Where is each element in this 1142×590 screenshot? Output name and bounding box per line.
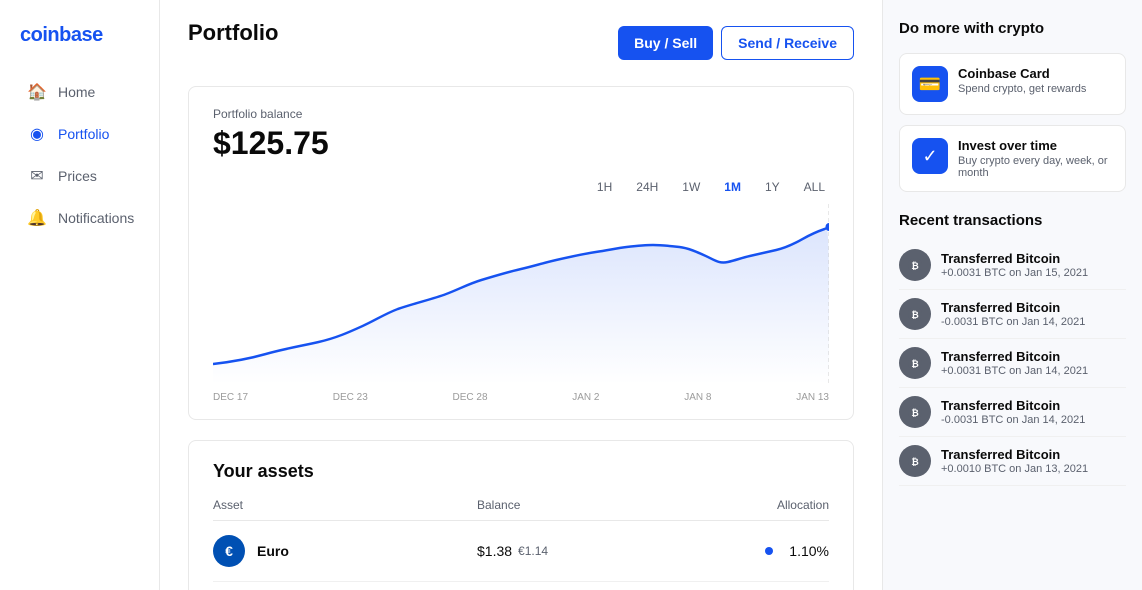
tx-icon: ₿ [899, 249, 931, 281]
do-more-title: Do more with crypto [899, 20, 1126, 37]
asset-name: Euro [257, 543, 289, 559]
tx-detail: -0.0031 BTC on Jan 14, 2021 [941, 316, 1085, 328]
tx-item-3[interactable]: ₿ Transferred Bitcoin -0.0031 BTC on Jan… [899, 388, 1126, 437]
balance-label: Portfolio balance [213, 107, 829, 121]
chart-x-label: JAN 8 [684, 392, 711, 403]
tx-item-2[interactable]: ₿ Transferred Bitcoin +0.0031 BTC on Jan… [899, 339, 1126, 388]
logo: coinbase [0, 16, 159, 71]
tx-detail: +0.0010 BTC on Jan 13, 2021 [941, 463, 1088, 475]
tx-detail: +0.0031 BTC on Jan 14, 2021 [941, 365, 1088, 377]
asset-row-euro[interactable]: € Euro $1.38 €1.14 1.10% [213, 521, 829, 582]
allocation-value: 1.10% [781, 543, 829, 559]
asset-balance-col: $1.38 €1.14 [477, 543, 653, 559]
timeframe-1y[interactable]: 1Y [761, 178, 784, 196]
sidebar-label-notifications: Notifications [58, 210, 134, 226]
sidebar-item-notifications[interactable]: 🔔 Notifications [8, 199, 151, 237]
portfolio-chart [213, 204, 829, 384]
promo-icon: 💳 [912, 66, 948, 102]
assets-list: € Euro $1.38 €1.14 1.10% $ USD Coin $0.0… [213, 521, 829, 590]
chart-x-label: JAN 13 [796, 392, 829, 403]
svg-text:₿: ₿ [911, 359, 918, 369]
col-header-asset: Asset [213, 498, 477, 512]
sidebar-item-prices[interactable]: ✉ Prices [8, 157, 151, 195]
svg-text:₿: ₿ [911, 408, 918, 418]
recent-tx-title: Recent transactions [899, 212, 1126, 229]
home-icon: 🏠 [28, 83, 46, 101]
tx-title: Transferred Bitcoin [941, 349, 1088, 364]
tx-item-1[interactable]: ₿ Transferred Bitcoin -0.0031 BTC on Jan… [899, 290, 1126, 339]
right-panel: Do more with crypto 💳 Coinbase Card Spen… [882, 0, 1142, 590]
send-receive-button[interactable]: Send / Receive [721, 26, 854, 60]
promo-card-desc: Buy crypto every day, week, or month [958, 155, 1113, 179]
balance-value: $125.75 [213, 125, 829, 162]
sidebar: coinbase 🏠 Home ◉ Portfolio ✉ Prices 🔔 N… [0, 0, 160, 590]
tx-icon: ₿ [899, 396, 931, 428]
tx-title: Transferred Bitcoin [941, 447, 1088, 462]
sidebar-label-portfolio: Portfolio [58, 126, 109, 142]
tx-detail: -0.0031 BTC on Jan 14, 2021 [941, 414, 1085, 426]
sidebar-label-home: Home [58, 84, 95, 100]
chart-x-labels: DEC 17 DEC 23 DEC 28 JAN 2 JAN 8 JAN 13 [213, 392, 829, 403]
tx-item-0[interactable]: ₿ Transferred Bitcoin +0.0031 BTC on Jan… [899, 241, 1126, 290]
asset-name-col: € Euro [213, 535, 477, 567]
promo-card-invest-over-time[interactable]: ✓ Invest over time Buy crypto every day,… [899, 125, 1126, 192]
page-title: Portfolio [188, 20, 278, 46]
notifications-icon: 🔔 [28, 209, 46, 227]
sidebar-label-prices: Prices [58, 168, 97, 184]
tx-icon: ₿ [899, 445, 931, 477]
timeframe-1m[interactable]: 1M [720, 178, 745, 196]
balance-primary: $1.38 [477, 543, 512, 559]
timeframe-selector: 1H 24H 1W 1M 1Y ALL [213, 178, 829, 196]
assets-table-header: Asset Balance Allocation [213, 498, 829, 521]
timeframe-1w[interactable]: 1W [678, 178, 704, 196]
action-buttons: Buy / Sell Send / Receive [618, 26, 854, 60]
chart-x-label: JAN 2 [572, 392, 599, 403]
allocation-col: 1.10% [653, 543, 829, 559]
timeframe-1h[interactable]: 1H [593, 178, 616, 196]
col-header-balance: Balance [477, 498, 653, 512]
chart-x-label: DEC 28 [453, 392, 488, 403]
top-row: Portfolio Buy / Sell Send / Receive [188, 20, 854, 66]
sidebar-item-portfolio[interactable]: ◉ Portfolio [8, 115, 151, 153]
asset-row-usd-coin[interactable]: $ USD Coin $0.00 0 USDC 0% [213, 582, 829, 590]
promo-card-title: Invest over time [958, 138, 1113, 153]
tx-detail: +0.0031 BTC on Jan 15, 2021 [941, 267, 1088, 279]
sidebar-item-home[interactable]: 🏠 Home [8, 73, 151, 111]
timeframe-all[interactable]: ALL [800, 178, 829, 196]
tx-title: Transferred Bitcoin [941, 300, 1085, 315]
balance-secondary: €1.14 [518, 544, 548, 558]
allocation-dot [765, 547, 773, 555]
chart-x-label: DEC 17 [213, 392, 248, 403]
buy-sell-button[interactable]: Buy / Sell [618, 26, 713, 60]
chart-x-label: DEC 23 [333, 392, 368, 403]
portfolio-icon: ◉ [28, 125, 46, 143]
promo-card-title: Coinbase Card [958, 66, 1086, 81]
asset-icon: € [213, 535, 245, 567]
svg-text:₿: ₿ [911, 261, 918, 271]
promo-card-desc: Spend crypto, get rewards [958, 83, 1086, 95]
portfolio-chart-section: Portfolio balance $125.75 1H 24H 1W 1M 1Y ALL [188, 86, 854, 420]
assets-section: Your assets Asset Balance Allocation € E… [188, 440, 854, 590]
tx-title: Transferred Bitcoin [941, 398, 1085, 413]
col-header-allocation: Allocation [653, 498, 829, 512]
assets-title: Your assets [213, 461, 829, 482]
tx-icon: ₿ [899, 347, 931, 379]
promo-card-coinbase-card[interactable]: 💳 Coinbase Card Spend crypto, get reward… [899, 53, 1126, 115]
transaction-list: ₿ Transferred Bitcoin +0.0031 BTC on Jan… [899, 241, 1126, 486]
tx-title: Transferred Bitcoin [941, 251, 1088, 266]
main-content: Portfolio Buy / Sell Send / Receive Port… [160, 0, 882, 590]
timeframe-24h[interactable]: 24H [632, 178, 662, 196]
svg-text:₿: ₿ [911, 457, 918, 467]
tx-icon: ₿ [899, 298, 931, 330]
promo-icon: ✓ [912, 138, 948, 174]
prices-icon: ✉ [28, 167, 46, 185]
promo-cards: 💳 Coinbase Card Spend crypto, get reward… [899, 53, 1126, 192]
tx-item-4[interactable]: ₿ Transferred Bitcoin +0.0010 BTC on Jan… [899, 437, 1126, 486]
svg-text:₿: ₿ [911, 310, 918, 320]
